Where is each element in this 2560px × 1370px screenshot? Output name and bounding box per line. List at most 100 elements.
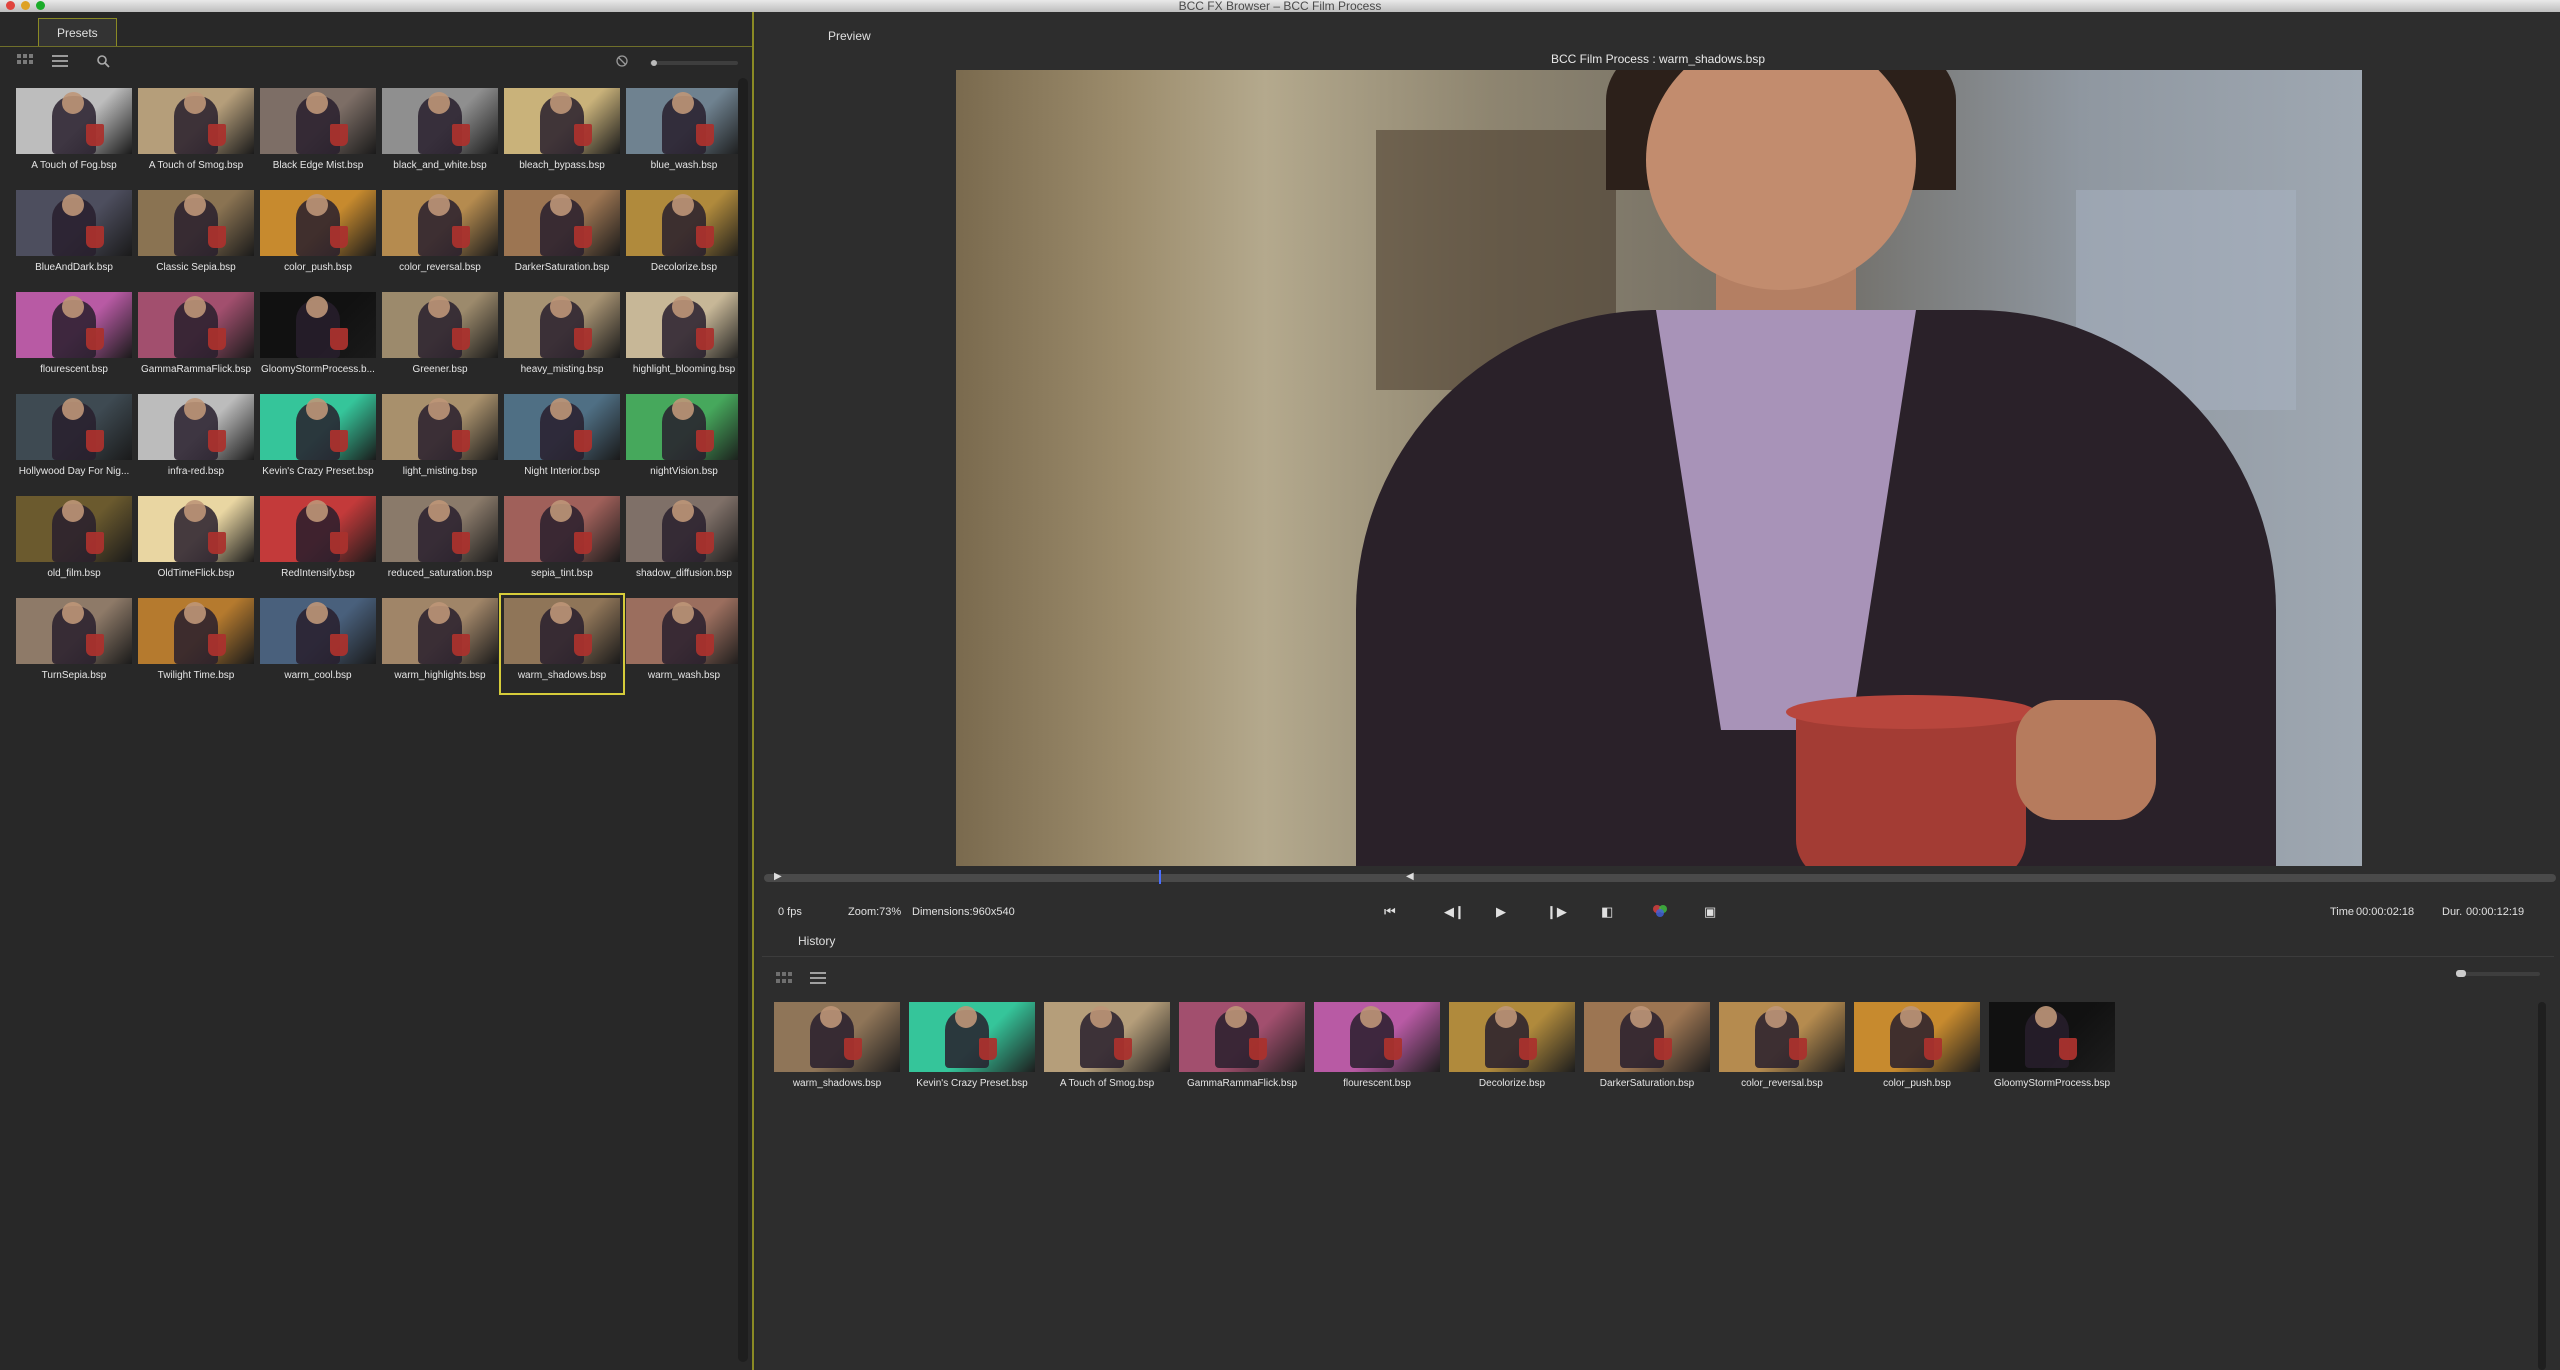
in-point-marker[interactable]: ▶ — [774, 871, 782, 882]
preset-item[interactable]: Black Edge Mist.bsp — [258, 86, 378, 182]
preset-item[interactable]: DarkerSaturation.bsp — [502, 188, 622, 284]
preset-thumbnail — [16, 88, 132, 154]
grid-view-icon[interactable] — [16, 54, 34, 72]
history-item[interactable]: Kevin's Crazy Preset.bsp — [909, 1002, 1035, 1092]
step-back-icon[interactable]: ◀❙ — [1444, 904, 1465, 920]
go-to-start-icon[interactable]: ⏮ — [1384, 904, 1396, 920]
preset-item[interactable]: Night Interior.bsp — [502, 392, 622, 488]
search-icon[interactable] — [94, 54, 112, 72]
timeline-scrubber[interactable]: ▶ ◀ — [764, 870, 2556, 884]
history-item-label: Kevin's Crazy Preset.bsp — [916, 1078, 1028, 1089]
preset-thumbnail — [626, 496, 742, 562]
maximize-window-button[interactable] — [36, 1, 45, 10]
preset-label: Black Edge Mist.bsp — [272, 160, 364, 171]
history-item[interactable]: color_reversal.bsp — [1719, 1002, 1845, 1092]
window-titlebar: BCC FX Browser – BCC Film Process — [0, 0, 2560, 12]
clear-icon[interactable] — [613, 54, 631, 72]
close-window-button[interactable] — [6, 1, 15, 10]
preset-thumbnail — [138, 496, 254, 562]
preset-item[interactable]: infra-red.bsp — [136, 392, 256, 488]
time-value: 00:00:02:18 — [2356, 906, 2415, 918]
preset-label: Twilight Time.bsp — [157, 670, 235, 681]
history-item[interactable]: flourescent.bsp — [1314, 1002, 1440, 1092]
preset-thumbnail — [382, 190, 498, 256]
preset-item[interactable]: BlueAndDark.bsp — [14, 188, 134, 284]
preset-label: warm_wash.bsp — [647, 670, 721, 681]
preset-label: light_misting.bsp — [402, 466, 478, 477]
tab-divider — [0, 46, 752, 47]
preset-item[interactable]: sepia_tint.bsp — [502, 494, 622, 590]
preset-thumbnail — [1989, 1002, 2115, 1072]
preset-label: Night Interior.bsp — [524, 466, 600, 477]
tab-presets[interactable]: Presets — [38, 18, 117, 47]
play-icon[interactable]: ▶ — [1496, 904, 1506, 920]
preset-item[interactable]: A Touch of Fog.bsp — [14, 86, 134, 182]
list-view-icon[interactable] — [51, 54, 69, 72]
preset-item[interactable]: Hollywood Day For Nig... — [14, 392, 134, 488]
preset-item[interactable]: reduced_saturation.bsp — [380, 494, 500, 590]
preset-label: DarkerSaturation.bsp — [514, 262, 610, 273]
preset-thumbnail — [1854, 1002, 1980, 1072]
step-forward-icon[interactable]: ❙▶ — [1546, 904, 1567, 920]
preset-label: Kevin's Crazy Preset.bsp — [262, 466, 374, 477]
history-item[interactable]: Decolorize.bsp — [1449, 1002, 1575, 1092]
preset-item[interactable]: RedIntensify.bsp — [258, 494, 378, 590]
presets-scrollbar[interactable] — [738, 78, 748, 1362]
history-item[interactable]: color_push.bsp — [1854, 1002, 1980, 1092]
history-size-slider-knob[interactable] — [2456, 970, 2466, 977]
tab-history[interactable]: History — [798, 934, 835, 948]
preset-item[interactable]: color_push.bsp — [258, 188, 378, 284]
history-list-view-icon[interactable] — [810, 972, 826, 987]
preset-item[interactable]: TurnSepia.bsp — [14, 596, 134, 692]
preset-label: Decolorize.bsp — [650, 262, 718, 273]
preset-item[interactable]: highlight_blooming.bsp — [624, 290, 744, 386]
preset-item[interactable]: nightVision.bsp — [624, 392, 744, 488]
preset-item[interactable]: warm_wash.bsp — [624, 596, 744, 692]
history-grid-view-icon[interactable] — [776, 972, 792, 987]
tab-preview[interactable]: Preview — [810, 22, 889, 50]
preset-thumbnail — [138, 88, 254, 154]
preset-item[interactable]: Greener.bsp — [380, 290, 500, 386]
preset-item[interactable]: Twilight Time.bsp — [136, 596, 256, 692]
preset-item[interactable]: Kevin's Crazy Preset.bsp — [258, 392, 378, 488]
minimize-window-button[interactable] — [21, 1, 30, 10]
preset-item[interactable]: A Touch of Smog.bsp — [136, 86, 256, 182]
preset-thumbnail — [260, 496, 376, 562]
history-item[interactable]: A Touch of Smog.bsp — [1044, 1002, 1170, 1092]
preset-item[interactable]: Classic Sepia.bsp — [136, 188, 256, 284]
preset-label: color_reversal.bsp — [399, 262, 481, 273]
history-item[interactable]: GloomyStormProcess.bsp — [1989, 1002, 2115, 1092]
preset-item[interactable]: warm_highlights.bsp — [380, 596, 500, 692]
preset-item[interactable]: shadow_diffusion.bsp — [624, 494, 744, 590]
history-item[interactable]: DarkerSaturation.bsp — [1584, 1002, 1710, 1092]
preset-item[interactable]: warm_shadows.bsp — [499, 593, 625, 695]
preset-item[interactable]: GammaRammaFlick.bsp — [136, 290, 256, 386]
history-scrollbar[interactable] — [2538, 1002, 2546, 1370]
history-item[interactable]: GammaRammaFlick.bsp — [1179, 1002, 1305, 1092]
preset-item[interactable]: blue_wash.bsp — [624, 86, 744, 182]
preset-item[interactable]: heavy_misting.bsp — [502, 290, 622, 386]
history-item[interactable]: warm_shadows.bsp — [774, 1002, 900, 1092]
preset-item[interactable]: bleach_bypass.bsp — [502, 86, 622, 182]
preset-item[interactable]: color_reversal.bsp — [380, 188, 500, 284]
thumbnail-size-slider[interactable] — [650, 61, 738, 65]
preset-item[interactable]: flourescent.bsp — [14, 290, 134, 386]
preset-item[interactable]: warm_cool.bsp — [258, 596, 378, 692]
thumbnail-size-slider-knob[interactable] — [651, 60, 657, 66]
color-channels-icon[interactable] — [1652, 904, 1668, 921]
preset-thumbnail — [382, 394, 498, 460]
preset-item[interactable]: black_and_white.bsp — [380, 86, 500, 182]
preset-label: TurnSepia.bsp — [41, 670, 107, 681]
out-point-marker[interactable]: ◀ — [1406, 871, 1414, 882]
preset-thumbnail — [504, 292, 620, 358]
history-size-slider[interactable] — [2456, 972, 2540, 976]
preset-item[interactable]: light_misting.bsp — [380, 392, 500, 488]
split-view-icon[interactable]: ▣ — [1704, 904, 1716, 920]
loop-icon[interactable]: ◧ — [1601, 904, 1613, 920]
dimensions-readout: Dimensions:960x540 — [912, 906, 1015, 918]
preset-item[interactable]: Decolorize.bsp — [624, 188, 744, 284]
playhead[interactable] — [1159, 870, 1161, 884]
preset-item[interactable]: GloomyStormProcess.b... — [258, 290, 378, 386]
preset-item[interactable]: OldTimeFlick.bsp — [136, 494, 256, 590]
preset-item[interactable]: old_film.bsp — [14, 494, 134, 590]
